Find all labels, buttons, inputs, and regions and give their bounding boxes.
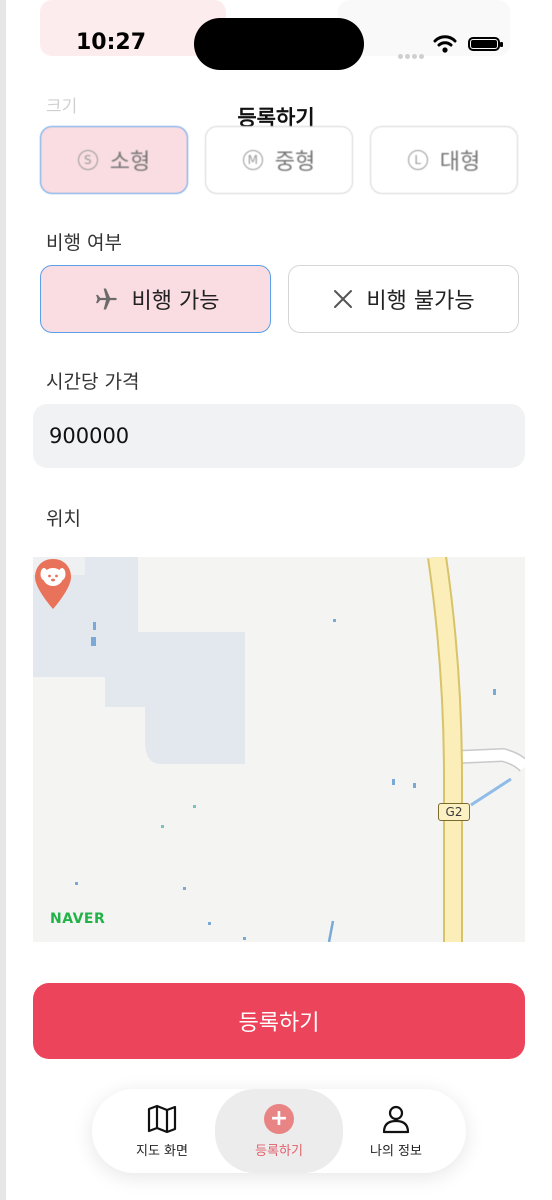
flight-label: 비행 여부 <box>46 232 122 254</box>
wifi-icon <box>433 35 457 53</box>
size-chip-medium[interactable]: M 중형 <box>205 126 353 194</box>
s-circle-icon: S <box>77 150 98 170</box>
price-label: 시간당 가격 <box>46 371 140 393</box>
dog-pin-icon <box>35 559 71 609</box>
size-chip-small[interactable]: S 소형 <box>40 126 188 194</box>
status-time: 10:27 <box>76 30 147 55</box>
tab-label: 등록하기 <box>255 1143 303 1159</box>
person-icon <box>382 1105 410 1133</box>
size-chip-large[interactable]: L 대형 <box>370 126 518 194</box>
location-map[interactable]: G2 NAVER <box>33 557 525 942</box>
flight-chip-impossible[interactable]: 비행 불가능 <box>288 265 519 333</box>
tab-register[interactable]: + 등록하기 <box>215 1089 343 1173</box>
close-icon <box>334 290 353 308</box>
submit-button[interactable]: 등록하기 <box>33 983 525 1059</box>
price-input[interactable]: 900000 <box>33 404 525 468</box>
size-chip-label: 대형 <box>439 150 481 175</box>
size-chip-label: 소형 <box>109 150 151 175</box>
flight-chip-possible[interactable]: 비행 가능 <box>40 265 271 333</box>
signal-icon <box>398 44 428 59</box>
screen-edge <box>0 0 6 1200</box>
status-bar: 10:27 <box>0 0 552 90</box>
tab-map[interactable]: 지도 화면 <box>118 1089 206 1173</box>
tab-profile[interactable]: 나의 정보 <box>352 1089 440 1173</box>
m-circle-icon: M <box>242 150 263 170</box>
battery-icon <box>468 37 503 51</box>
map-icon <box>147 1104 177 1133</box>
flight-chip-label: 비행 불가능 <box>366 289 475 314</box>
flight-chip-label: 비행 가능 <box>131 289 220 314</box>
location-label: 위치 <box>46 508 81 530</box>
dynamic-island <box>194 18 364 70</box>
tab-label: 지도 화면 <box>136 1143 188 1159</box>
road-label: G2 <box>438 803 470 821</box>
tab-bar: 지도 화면 + 등록하기 나의 정보 <box>92 1089 466 1173</box>
map-canvas <box>33 557 525 942</box>
naver-logo: NAVER <box>50 911 106 927</box>
plus-icon: + <box>264 1103 294 1134</box>
size-chip-label: 중형 <box>274 150 316 175</box>
tab-label: 나의 정보 <box>370 1143 422 1159</box>
l-circle-icon: L <box>407 150 428 170</box>
airplane-icon <box>95 288 117 310</box>
